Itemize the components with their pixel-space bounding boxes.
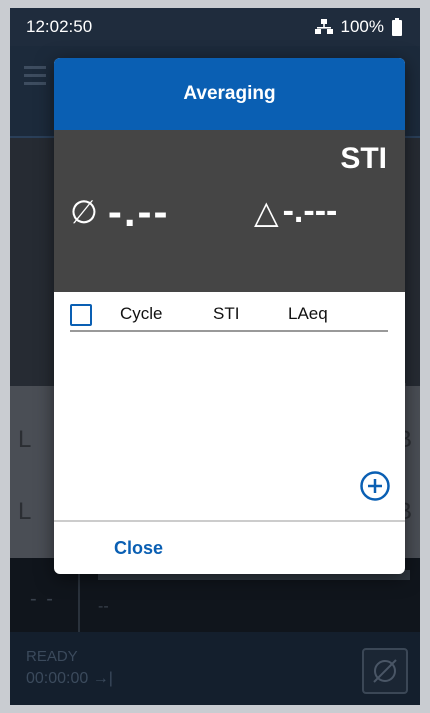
column-cycle: Cycle xyxy=(120,304,163,323)
row-label: L xyxy=(18,498,32,525)
close-button[interactable]: Close xyxy=(114,538,163,559)
average-readout: ∅ -.-- xyxy=(70,188,170,236)
average-value: -.-- xyxy=(107,188,170,235)
metric-label: STI xyxy=(340,142,387,175)
average-icon xyxy=(373,659,397,683)
averaging-dialog: Averaging STI ∅ -.-- △ -.--- Cycle STI L… xyxy=(54,58,405,574)
status-right: 100% xyxy=(314,17,402,37)
device-screen: 12:02:50 100% L B L B - - -- READY 00:00… xyxy=(10,8,420,705)
plus-circle-icon xyxy=(360,471,390,501)
battery-percent: 100% xyxy=(340,17,384,36)
delta-readout: △ -.--- xyxy=(254,192,337,231)
lower-value: - - xyxy=(30,588,55,610)
lower-readout: -- xyxy=(98,598,109,615)
average-icon: ∅ xyxy=(70,194,100,230)
status-ready: READY xyxy=(26,648,78,665)
timer-readout: 00:00:00 →| xyxy=(26,670,113,687)
status-time: 12:02:50 xyxy=(26,17,93,36)
status-bar: 12:02:50 100% xyxy=(10,8,420,46)
column-sti: STI xyxy=(213,304,240,323)
add-button[interactable] xyxy=(359,470,391,502)
delta-icon: △ xyxy=(254,193,279,230)
average-button[interactable] xyxy=(362,648,408,694)
row-label: L xyxy=(18,426,32,453)
select-all-checkbox[interactable] xyxy=(70,304,92,326)
app-footer: READY 00:00:00 →| xyxy=(10,632,420,705)
delta-value: -.--- xyxy=(282,192,338,230)
column-laeq: LAeq xyxy=(288,304,328,323)
battery-icon xyxy=(392,18,402,36)
footer-divider xyxy=(54,520,405,522)
network-icon xyxy=(314,19,333,35)
summary-panel: STI ∅ -.-- △ -.--- xyxy=(54,130,405,292)
menu-icon xyxy=(24,66,46,90)
dialog-title: Averaging xyxy=(54,58,405,130)
table-header: Cycle STI LAeq xyxy=(70,296,388,332)
